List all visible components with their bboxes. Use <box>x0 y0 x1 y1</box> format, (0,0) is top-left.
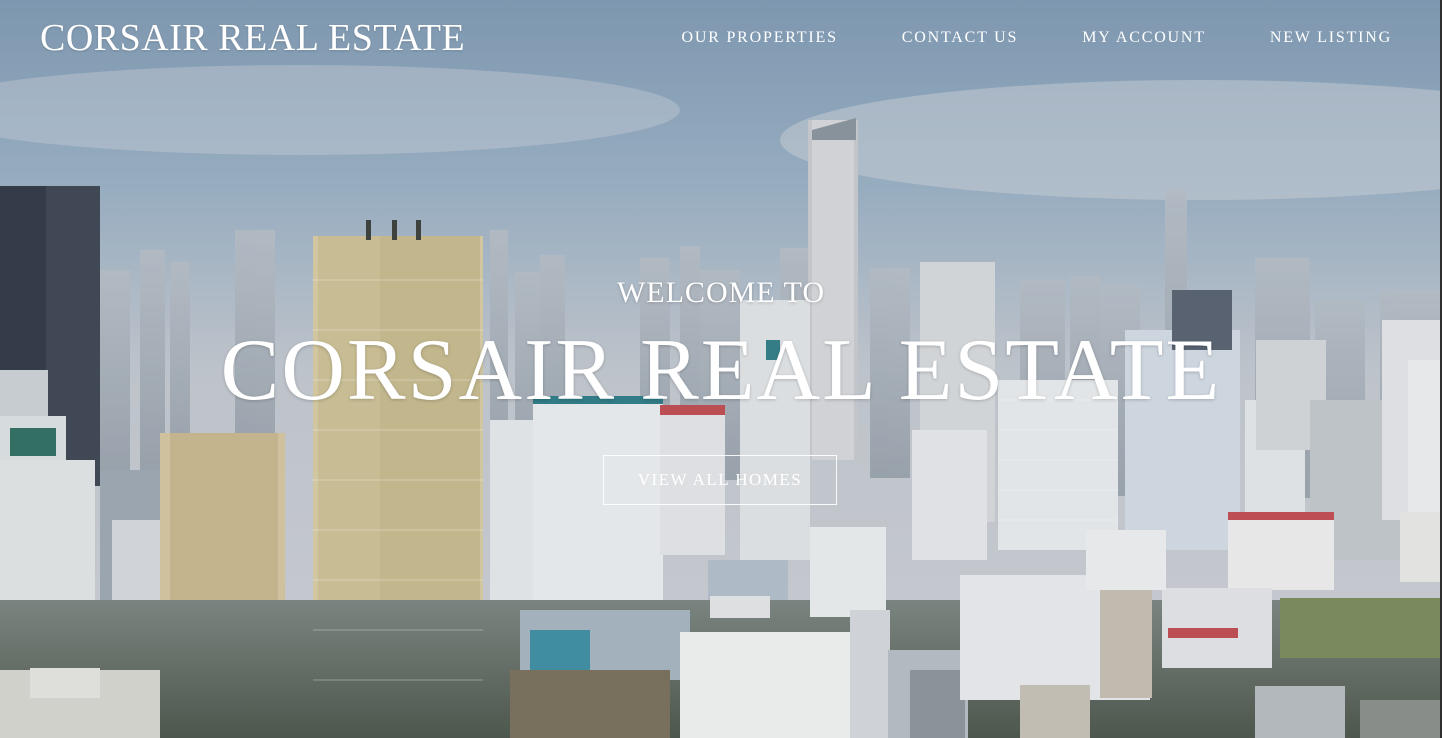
nav-link-contact-us[interactable]: CONTACT US <box>902 29 1018 47</box>
hero-title: CORSAIR REAL ESTATE <box>220 322 1222 419</box>
view-all-homes-button[interactable]: VIEW ALL HOMES <box>603 455 837 505</box>
top-navigation-bar: CORSAIR REAL ESTATE OUR PROPERTIES CONTA… <box>0 0 1442 80</box>
main-nav: OUR PROPERTIES CONTACT US MY ACCOUNT NEW… <box>682 29 1393 47</box>
page: CORSAIR REAL ESTATE OUR PROPERTIES CONTA… <box>0 0 1442 738</box>
nav-link-our-properties[interactable]: OUR PROPERTIES <box>682 29 838 47</box>
brand-logo-text[interactable]: CORSAIR REAL ESTATE <box>40 16 465 60</box>
hero-welcome-text: WELCOME TO <box>616 276 826 309</box>
nav-link-my-account[interactable]: MY ACCOUNT <box>1082 29 1206 47</box>
nav-link-new-listing[interactable]: NEW LISTING <box>1270 29 1392 47</box>
